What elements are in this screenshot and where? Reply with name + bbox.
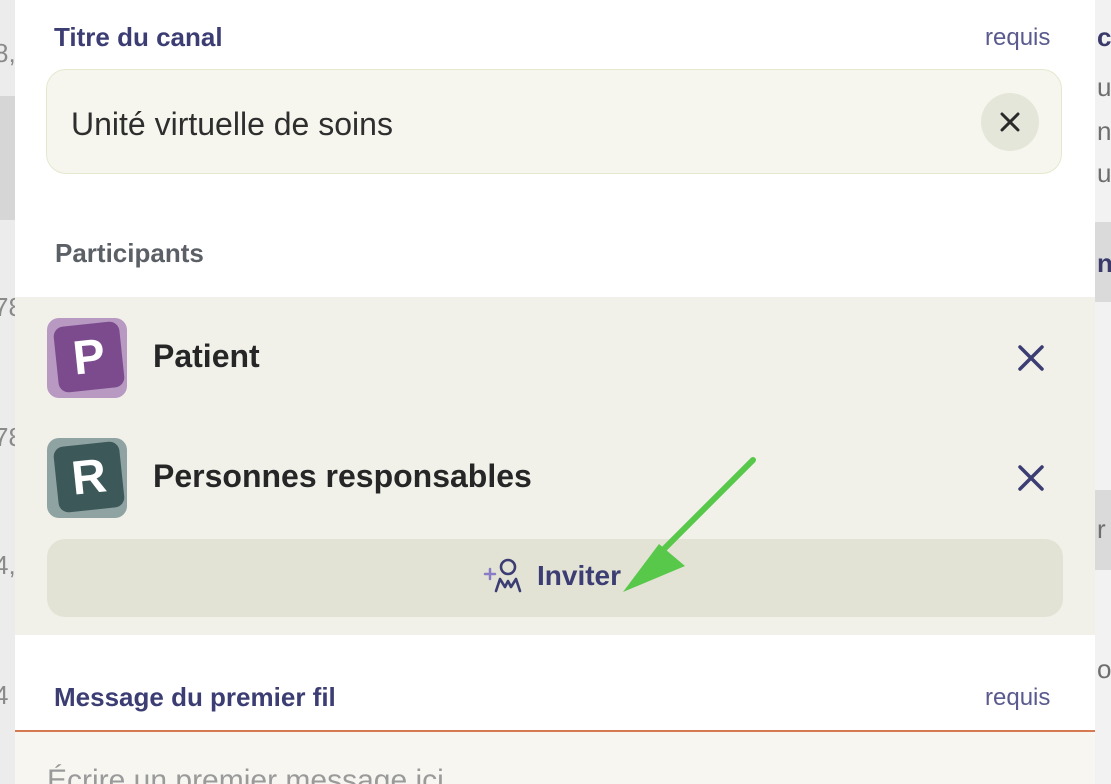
participant-item: P Patient bbox=[47, 318, 1047, 398]
background-text: 8, bbox=[0, 38, 15, 68]
first-message-required: requis bbox=[985, 684, 1051, 711]
add-person-icon bbox=[483, 558, 522, 593]
avatar-initial: R bbox=[52, 440, 126, 514]
background-text: 78 bbox=[0, 422, 15, 452]
first-message-label: Message du premier fil bbox=[54, 682, 336, 712]
background-text: ni bbox=[1097, 248, 1111, 278]
background-text: r u bbox=[1097, 514, 1111, 544]
background-text: 78 bbox=[0, 292, 15, 322]
participants-list: P Patient R Personnes responsables Invit… bbox=[15, 297, 1095, 635]
background-text: 4, bbox=[0, 550, 15, 580]
first-message-input[interactable]: Écrire un premier message ici bbox=[15, 730, 1095, 784]
remove-participant-button[interactable] bbox=[1013, 340, 1049, 376]
background-text: ou bbox=[1097, 654, 1111, 684]
background-text: u bbox=[1097, 158, 1111, 188]
create-channel-panel: Titre du canal requis Unité virtuelle de… bbox=[15, 0, 1095, 784]
invite-label: Inviter bbox=[537, 560, 622, 591]
participants-label: Participants bbox=[55, 238, 204, 268]
channel-title-input[interactable]: Unité virtuelle de soins bbox=[46, 69, 1062, 174]
background-left-edge: 8, 78 78 4, 4 bbox=[0, 0, 15, 784]
invite-content: Inviter bbox=[483, 557, 621, 595]
avatar-initial: P bbox=[52, 320, 126, 394]
background-text: us bbox=[1097, 72, 1111, 102]
participant-item: R Personnes responsables bbox=[47, 438, 1047, 518]
background-right-edge: c us n u ni r u ou bbox=[1095, 0, 1111, 784]
background-text: 4 bbox=[0, 680, 9, 710]
channel-title-required: requis bbox=[985, 24, 1051, 51]
avatar: R bbox=[47, 438, 127, 518]
clear-title-button[interactable] bbox=[981, 93, 1039, 151]
first-message-placeholder[interactable]: Écrire un premier message ici bbox=[47, 764, 444, 784]
background-row bbox=[0, 96, 15, 220]
avatar: P bbox=[47, 318, 127, 398]
close-icon bbox=[1000, 112, 1020, 132]
background-text: n bbox=[1097, 116, 1111, 146]
channel-title-label: Titre du canal bbox=[54, 22, 223, 52]
background-text: c bbox=[1097, 22, 1111, 52]
participant-name: Personnes responsables bbox=[153, 458, 532, 494]
participant-name: Patient bbox=[153, 338, 260, 374]
annotation-arrow bbox=[623, 457, 756, 592]
remove-participant-button[interactable] bbox=[1013, 460, 1049, 496]
channel-title-value[interactable]: Unité virtuelle de soins bbox=[71, 106, 393, 143]
invite-button[interactable]: Inviter bbox=[47, 539, 1063, 617]
